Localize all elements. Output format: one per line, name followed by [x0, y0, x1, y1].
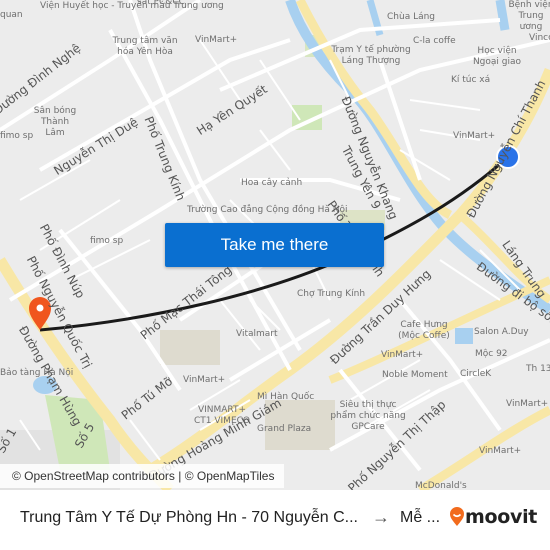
poi-label: VinMart+: [453, 131, 496, 141]
moovit-pin-icon: [450, 507, 464, 526]
poi-label: Kí túc xá: [451, 75, 491, 85]
poi-label: Mộc 92: [475, 349, 508, 359]
poi-label: Siêu thị thực phẩm chức năng GPCare: [330, 400, 406, 432]
poi-label: Trường Cao đẳng Cộng đồng Hà Nội: [187, 205, 348, 215]
poi-label: quan: [0, 10, 23, 20]
poi-label: Salon A.Duy: [474, 327, 529, 337]
poi-label: Sân bóng Thành Lâm: [33, 106, 77, 138]
poi-label: fimo sp: [0, 131, 34, 141]
poi-label: Chợ Trung Kính: [297, 289, 366, 299]
arrow-right-icon: →: [372, 507, 390, 527]
map-attribution[interactable]: © OpenStreetMap contributors | © OpenMap…: [0, 464, 285, 488]
poi-label: VinMart+: [506, 399, 549, 409]
poi-label: VinMart+: [195, 35, 238, 45]
destination-stop-name: Mễ ...: [400, 509, 441, 526]
poi-label: Th 135: [526, 364, 550, 374]
poi-label: fimo sp: [90, 236, 124, 246]
poi-label: Chùa Láng: [387, 12, 436, 22]
poi-label: Bảo tàng Hà Nội: [0, 368, 74, 378]
poi-label: Noble Moment: [382, 370, 448, 380]
poi-label: Viện Huyết học - Truyền máu Trung ương: [40, 1, 224, 11]
poi-label: C-la coffe: [413, 36, 456, 46]
moovit-wordmark: moovit: [465, 506, 538, 528]
moovit-logo[interactable]: moovit: [449, 506, 537, 528]
poi-label: VinMart+: [183, 375, 226, 385]
poi-label: Trạm Y tế phường Láng Thượng: [331, 45, 411, 66]
poi-label: CircleK: [460, 369, 492, 379]
poi-label: sát PC&CC: [137, 0, 185, 7]
poi-label: VinMart+: [381, 350, 424, 360]
poi-label: Học viện Ngoại giao: [472, 46, 522, 67]
poi-label: Vitalmart: [236, 329, 278, 339]
poi-label: Trung tâm văn hóa Yên Hòa: [112, 36, 178, 57]
poi-label: Bệnh viện Trung ương: [508, 0, 550, 32]
poi-label: Cafe Hưng (Mộc Coffe): [398, 320, 450, 341]
take-me-there-button[interactable]: Take me there: [165, 223, 384, 267]
poi-label: VinMart+: [479, 446, 522, 456]
poi-label: Grand Plaza: [257, 424, 312, 434]
origin-stop-name: Trung Tâm Y Tế Dự Phòng Hn - 70 Nguyễn C…: [20, 509, 358, 526]
poi-label: Vincom: [529, 33, 550, 43]
poi-label: Hoa cây cảnh: [241, 178, 303, 188]
map-view[interactable]: Viện Huyết học - Truyền máu Trung ương T…: [0, 0, 550, 490]
poi-label: McDonald's: [415, 481, 467, 490]
